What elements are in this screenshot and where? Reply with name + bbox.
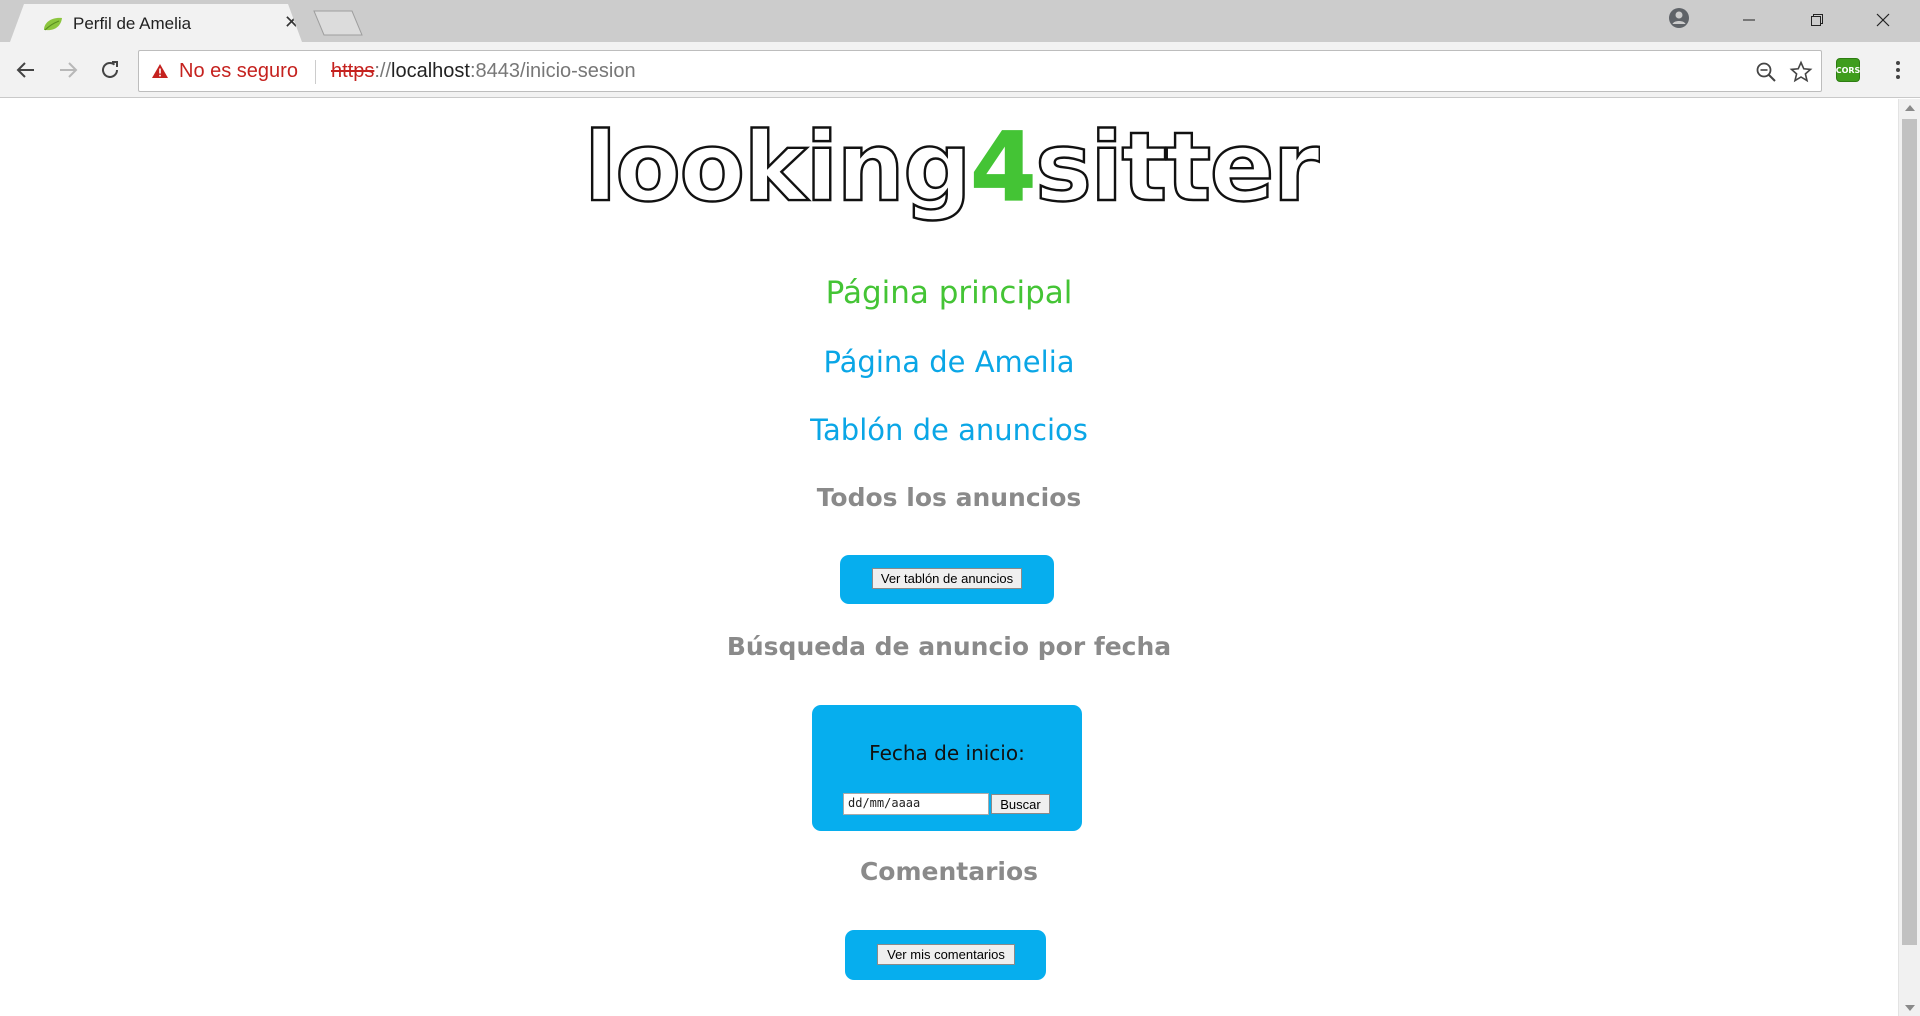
scroll-down-arrow-icon[interactable] xyxy=(1905,1005,1915,1011)
back-button[interactable] xyxy=(12,56,40,84)
reload-icon xyxy=(102,61,118,78)
address-bar[interactable]: No es seguro https://localhost:8443/inic… xyxy=(138,50,1822,92)
restore-icon xyxy=(1811,14,1823,26)
date-search-heading: Búsqueda de anuncio por fecha xyxy=(726,632,1172,661)
omnibox-divider xyxy=(315,60,316,84)
url-host: localhost xyxy=(391,60,470,82)
comments-heading: Comentarios xyxy=(859,857,1039,886)
vertical-scrollbar[interactable] xyxy=(1898,99,1920,1016)
profile-icon[interactable] xyxy=(1668,7,1690,29)
scroll-up-arrow-icon[interactable] xyxy=(1905,105,1915,111)
scrollbar-thumb[interactable] xyxy=(1902,119,1917,945)
kebab-menu-icon xyxy=(1896,61,1900,79)
zoom-out-icon[interactable] xyxy=(1755,61,1777,83)
arrow-left-icon xyxy=(16,62,34,78)
logo-looking: looking xyxy=(584,111,970,223)
svg-text:looking4sitter: looking4sitter xyxy=(584,111,1320,223)
close-icon xyxy=(1876,13,1890,27)
browser-menu-icon[interactable] xyxy=(1886,58,1910,82)
bookmark-star-icon[interactable] xyxy=(1789,60,1813,84)
tab-title: Perfil de Amelia xyxy=(73,14,192,33)
start-date-input[interactable]: dd/mm/aaaa xyxy=(843,793,989,815)
arrow-right-icon xyxy=(60,62,78,78)
close-window-button[interactable] xyxy=(1856,4,1910,36)
url-path: :8443/inicio-sesion xyxy=(469,60,636,82)
logo-four: 4 xyxy=(970,111,1035,223)
site-logo: looking4sitter xyxy=(584,110,1320,224)
page-viewport: looking4sitter Página principal Página d… xyxy=(0,99,1898,1016)
all-ads-heading: Todos los anuncios xyxy=(816,483,1082,512)
minimize-button[interactable] xyxy=(1722,4,1776,36)
main-page-link[interactable]: Página principal xyxy=(0,275,1898,311)
browser-title-bar: Perfil de Amelia ✕ xyxy=(0,0,1920,42)
cors-extension-icon[interactable]: CORS xyxy=(1836,58,1860,82)
ad-board-link[interactable]: Tablón de anuncios xyxy=(0,413,1898,447)
browser-toolbar: No es seguro https://localhost:8443/inic… xyxy=(0,42,1920,98)
search-button[interactable]: Buscar xyxy=(991,794,1050,814)
browser-tab[interactable]: Perfil de Amelia ✕ xyxy=(10,4,302,42)
logo-sitter: sitter xyxy=(1035,111,1320,223)
comments-panel: Ver mis comentarios xyxy=(845,930,1046,980)
security-status[interactable]: No es seguro xyxy=(179,60,298,83)
reload-button[interactable] xyxy=(96,56,124,84)
url-text[interactable]: https://localhost:8443/inicio-sesion xyxy=(331,60,636,83)
warning-icon xyxy=(152,64,168,78)
minimize-icon xyxy=(1743,19,1755,21)
new-tab-button[interactable] xyxy=(312,10,364,36)
url-scheme: https xyxy=(331,60,375,82)
leaf-favicon-icon xyxy=(44,17,62,31)
view-ad-board-button[interactable]: Ver tablón de anuncios xyxy=(872,568,1022,589)
url-separator: :// xyxy=(374,60,392,82)
date-search-panel: Fecha de inicio: dd/mm/aaaa Buscar xyxy=(812,705,1082,831)
tab-close-icon[interactable]: ✕ xyxy=(284,12,299,34)
all-ads-panel: Ver tablón de anuncios xyxy=(840,555,1054,604)
forward-button[interactable] xyxy=(54,56,82,84)
profile-page-link[interactable]: Página de Amelia xyxy=(0,345,1898,379)
view-my-comments-button[interactable]: Ver mis comentarios xyxy=(877,944,1015,965)
restore-button[interactable] xyxy=(1790,4,1844,36)
start-date-label: Fecha de inicio: xyxy=(869,741,1025,765)
